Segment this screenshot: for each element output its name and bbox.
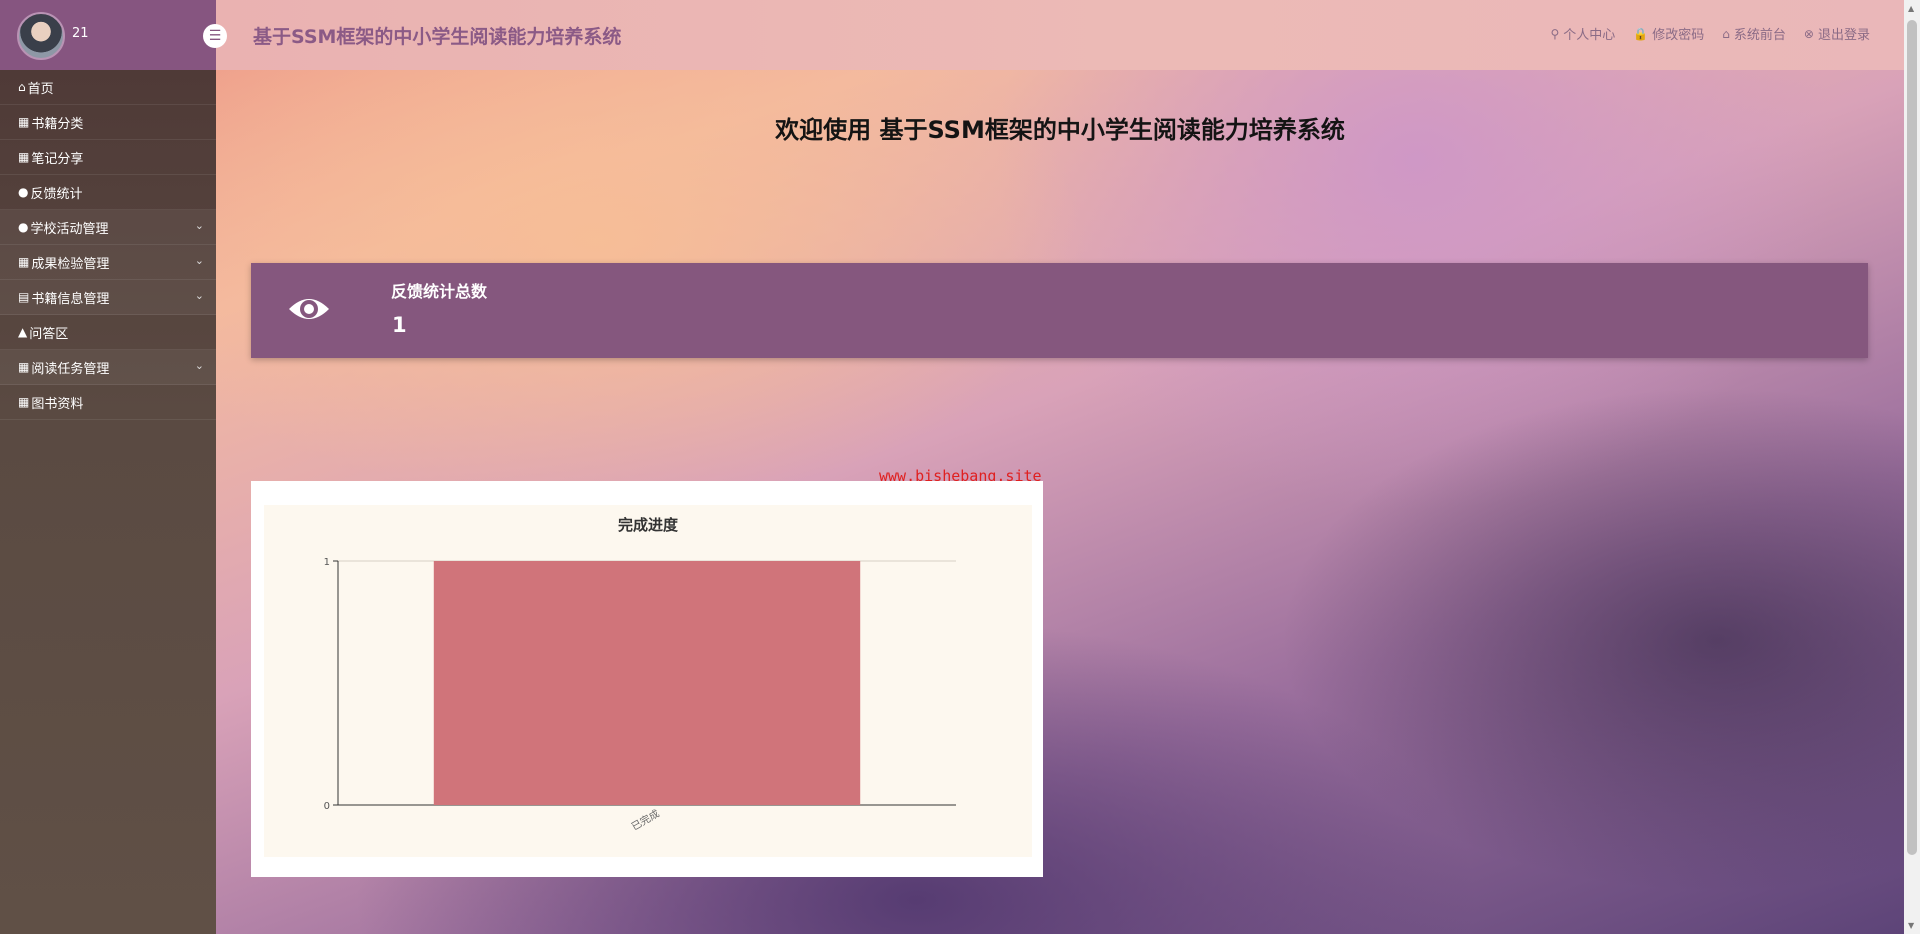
sidebar-item-label: 书籍信息管理 [31,291,110,307]
top-link-3[interactable]: ⊗ 退出登录 [1803,24,1870,44]
y-tick-label: 1 [324,557,330,568]
top-links: ⚲ 个人中心 🔒 修改密码 ⌂ 系统前台 ⊗ 退出登录 [1550,24,1871,44]
bar [433,561,861,805]
top-link-2[interactable]: ⌂ 系统前台 [1722,24,1786,44]
chevron-down-icon: ⌄ [194,219,204,232]
bar-chart: 0 1 已完成 [324,557,956,833]
sidebar-item-label: 问答区 [29,326,69,342]
top-link-label: 个人中心 [1563,28,1616,43]
scrollbar[interactable]: ▲ ▼ [1904,0,1920,934]
sidebar-item-0[interactable]: ⌂ 首页 [0,70,216,105]
scroll-up-icon[interactable]: ▲ [1908,4,1914,13]
eye-icon [287,291,331,327]
page-title: 基于SSM框架的中小学生阅读能力培养系统 [253,26,622,48]
sidebar-item-3[interactable]: ● 反馈统计 [0,175,216,210]
stat-card: 反馈统计总数 1 [251,263,1868,358]
sidebar-item-label: 书籍分类 [31,116,84,132]
sidebar-item-2[interactable]: ▦ 笔记分享 [0,140,216,175]
username: 21 [72,26,89,41]
top-link-0[interactable]: ⚲ 个人中心 [1550,24,1616,44]
logout-icon: ⊗ [1803,26,1814,41]
menu-item-icon: ● [18,220,29,234]
menu-item-icon: ▦ [18,360,30,374]
chevron-down-icon: ⌄ [194,254,204,267]
sidebar-item-label: 阅读任务管理 [31,361,110,377]
stat-value: 1 [392,313,407,337]
chart-card: 完成进度 0 1 已完成 [251,481,1043,877]
sidebar-item-7[interactable]: ▲ 问答区 [0,315,216,350]
top-link-label: 修改密码 [1652,28,1705,43]
welcome-heading: 欢迎使用 基于SSM框架的中小学生阅读能力培养系统 [775,116,1345,144]
sidebar-item-1[interactable]: ▦ 书籍分类 [0,105,216,140]
top-link-1[interactable]: 🔒 修改密码 [1633,24,1705,44]
sidebar-item-8[interactable]: ▦ 阅读任务管理 ⌄ [0,350,216,385]
menu-item-icon: ⌂ [18,80,26,94]
x-tick-label: 已完成 [629,807,661,833]
brand-area: 21 [0,0,216,70]
scroll-down-icon[interactable]: ▼ [1908,921,1914,930]
lock-icon: 🔒 [1633,26,1649,41]
sidebar-item-5[interactable]: ▦ 成果检验管理 ⌄ [0,245,216,280]
stat-label: 反馈统计总数 [391,282,488,301]
top-bar: 21 ☰ 基于SSM框架的中小学生阅读能力培养系统 ⚲ 个人中心 🔒 修改密码 ⌂ 系统前… [0,0,1904,70]
sidebar-item-label: 图书资料 [31,396,84,412]
menu-item-icon: ▦ [18,255,30,269]
sidebar-item-label: 成果检验管理 [31,256,110,272]
menu-toggle-icon[interactable]: ☰ [203,24,227,48]
sidebar-item-9[interactable]: ▦ 图书资料 [0,385,216,420]
menu-item-icon: ▦ [18,395,30,409]
chevron-down-icon: ⌄ [194,359,204,372]
menu-item-icon: ▤ [18,290,30,304]
y-tick-label: 0 [324,801,330,812]
home-icon: ⌂ [1722,26,1730,41]
user-icon: ⚲ [1550,26,1560,41]
scrollbar-thumb[interactable] [1907,20,1917,855]
sidebar-item-label: 反馈统计 [30,186,83,202]
top-link-label: 系统前台 [1733,28,1786,43]
sidebar-item-4[interactable]: ● 学校活动管理 ⌄ [0,210,216,245]
avatar[interactable] [17,12,65,60]
top-link-label: 退出登录 [1817,28,1870,43]
menu-item-icon: ▲ [18,325,28,339]
sidebar-item-label: 笔记分享 [31,151,84,167]
sidebar-item-6[interactable]: ▤ 书籍信息管理 ⌄ [0,280,216,315]
sidebar-item-label: 首页 [27,81,54,97]
menu-item-icon: ▦ [18,115,30,129]
menu-item-icon: ● [18,185,29,199]
chevron-down-icon: ⌄ [194,289,204,302]
sidebar-item-label: 学校活动管理 [30,221,109,237]
chart-panel: 完成进度 0 1 已完成 [264,505,1032,857]
sidebar: ⌂ 首页 ▦ 书籍分类 ▦ 笔记分享 ● 反馈统计 ● 学校活动管理 ⌄ ▦ 成果检验管理 ⌄ ▤ 书籍信息管… [0,70,216,934]
menu-item-icon: ▦ [18,150,30,164]
